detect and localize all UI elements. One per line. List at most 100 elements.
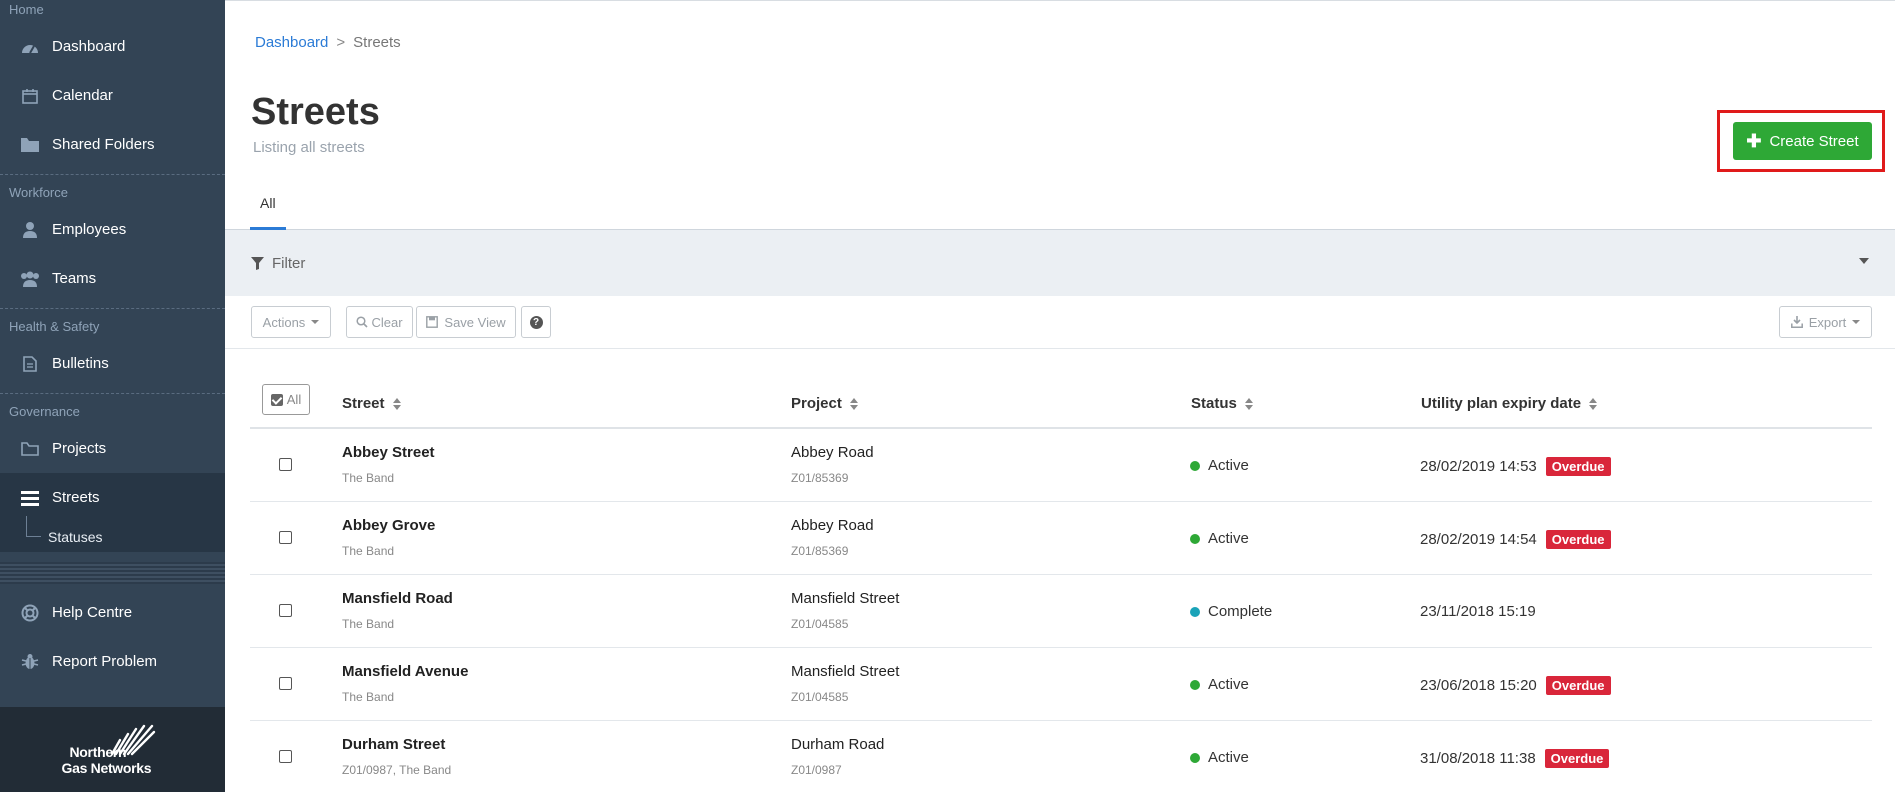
project-code: Z01/85369 — [791, 471, 849, 485]
breadcrumb-dashboard-link[interactable]: Dashboard — [255, 34, 328, 51]
sidebar-item-label: Report Problem — [52, 653, 158, 670]
street-name[interactable]: Abbey Grove — [342, 517, 435, 534]
project-name: Durham Road — [791, 736, 885, 753]
sidebar-item-help-centre[interactable]: Help Centre — [0, 588, 225, 637]
expiry-date: 28/02/2019 14:53 — [1420, 458, 1537, 475]
sidebar-item-label: Projects — [52, 440, 107, 457]
table-row[interactable]: Abbey Grove The Band Abbey Road Z01/8536… — [250, 502, 1872, 575]
main-content: Dashboard > Streets Streets Listing all st… — [225, 0, 1895, 792]
create-street-label: Create Street — [1769, 132, 1859, 150]
northern-gas-networks-logo: Northern Gas Networks — [58, 720, 168, 780]
status-dot-icon — [1190, 533, 1200, 544]
sidebar-divider — [0, 393, 225, 394]
column-header-street[interactable]: Street — [342, 395, 401, 412]
street-name[interactable]: Mansfield Avenue — [342, 663, 468, 680]
sort-icon — [849, 397, 858, 410]
street-sub: Z01/0987, The Band — [342, 763, 452, 777]
expiry-cell: 28/02/2019 14:54 Overdue — [1420, 530, 1611, 549]
status-cell: Active — [1190, 749, 1249, 766]
sidebar-item-employees[interactable]: Employees — [0, 205, 225, 254]
section-health-safety: Health & Safety — [9, 319, 100, 334]
caret-down-icon — [1852, 320, 1861, 324]
logo-line1: Northern — [69, 743, 127, 760]
sidebar-item-streets[interactable]: Streets — [0, 473, 225, 522]
table-row[interactable]: Mansfield Avenue The Band Mansfield Stre… — [250, 648, 1872, 721]
sort-icon — [1244, 397, 1253, 410]
table-row[interactable]: Durham Street Z01/0987, The Band Durham … — [250, 721, 1872, 794]
export-dropdown[interactable]: Export — [1779, 306, 1872, 338]
expiry-date: 31/08/2018 11:38 — [1420, 750, 1536, 767]
row-checkbox[interactable] — [279, 531, 292, 544]
select-all-label: All — [286, 392, 302, 407]
sidebar-item-dashboard[interactable]: Dashboard — [0, 22, 225, 71]
tab-all[interactable]: All — [250, 189, 286, 230]
column-header-status[interactable]: Status — [1191, 395, 1253, 412]
filter-toggle[interactable]: Filter — [225, 230, 1895, 296]
project-name: Mansfield Street — [791, 663, 900, 680]
sidebar-subitem-statuses[interactable]: Statuses — [0, 516, 225, 552]
status-text: Active — [1208, 530, 1249, 547]
page-title: Streets — [251, 91, 380, 133]
status-dot-icon — [1190, 679, 1200, 690]
save-icon — [426, 316, 439, 328]
calendar-icon — [20, 86, 40, 106]
caret-down-icon — [311, 320, 320, 324]
status-dot-icon — [1190, 606, 1200, 617]
bug-icon — [20, 652, 40, 672]
street-name[interactable]: Durham Street — [342, 736, 445, 753]
table-row[interactable]: Mansfield Road The Band Mansfield Street… — [250, 575, 1872, 648]
sidebar-item-teams[interactable]: Teams — [0, 254, 225, 303]
table-row[interactable]: Abbey Street The Band Abbey Road Z01/853… — [250, 429, 1872, 502]
row-checkbox[interactable] — [279, 604, 292, 617]
folder-icon — [20, 135, 40, 155]
sidebar-item-bulletins[interactable]: Bulletins — [0, 339, 225, 388]
sidebar-item-projects[interactable]: Projects — [0, 424, 225, 473]
status-text: Active — [1208, 676, 1249, 693]
help-button[interactable]: ? — [521, 306, 551, 338]
row-checkbox[interactable] — [279, 458, 292, 471]
street-name[interactable]: Abbey Street — [342, 444, 435, 461]
project-code: Z01/0987 — [791, 763, 842, 777]
select-all-button[interactable]: All — [262, 384, 310, 415]
overdue-badge: Overdue — [1545, 457, 1611, 476]
status-cell: Active — [1190, 457, 1249, 474]
clear-button[interactable]: Clear — [346, 306, 413, 338]
project-code: Z01/85369 — [791, 544, 849, 558]
folder-outline-icon — [20, 439, 40, 459]
column-label: Street — [342, 395, 385, 412]
page-subtitle: Listing all streets — [253, 139, 365, 156]
sidebar-item-calendar[interactable]: Calendar — [0, 71, 225, 120]
project-code: Z01/04585 — [791, 617, 849, 631]
section-workforce: Workforce — [9, 185, 68, 200]
logo-line2: Gas Networks — [61, 759, 152, 776]
save-view-label: Save View — [444, 314, 506, 330]
overdue-badge: Overdue — [1545, 676, 1611, 695]
row-checkbox[interactable] — [279, 677, 292, 690]
column-label: Status — [1191, 395, 1237, 412]
question-circle-icon: ? — [529, 315, 543, 329]
filter-label: Filter — [272, 254, 306, 272]
street-name[interactable]: Mansfield Road — [342, 590, 453, 607]
row-checkbox[interactable] — [279, 750, 292, 763]
sidebar-item-shared-folders[interactable]: Shared Folders — [0, 120, 225, 169]
overdue-badge: Overdue — [1544, 749, 1610, 768]
project-code: Z01/04585 — [791, 690, 849, 704]
column-header-project[interactable]: Project — [791, 395, 858, 412]
actions-dropdown[interactable]: Actions — [251, 306, 331, 338]
users-icon — [20, 269, 40, 289]
sidebar-item-report-problem[interactable]: Report Problem — [0, 637, 225, 686]
column-header-expiry[interactable]: Utility plan expiry date — [1421, 395, 1598, 412]
sidebar-item-label: Shared Folders — [52, 136, 155, 153]
checkbox-checked-icon — [270, 393, 283, 406]
breadcrumb-current: Streets — [353, 34, 401, 51]
expiry-date: 28/02/2019 14:54 — [1420, 531, 1537, 548]
save-view-button[interactable]: Save View — [416, 306, 516, 338]
expiry-cell: 23/06/2018 15:20 Overdue — [1420, 676, 1611, 695]
street-sub: The Band — [342, 471, 395, 485]
street-sub: The Band — [342, 617, 395, 631]
sidebar-item-label: Dashboard — [52, 38, 126, 55]
street-sub: The Band — [342, 690, 395, 704]
create-street-button[interactable]: ✚ Create Street — [1733, 122, 1872, 160]
document-icon — [20, 354, 40, 374]
sidebar-item-label: Statuses — [48, 529, 103, 545]
